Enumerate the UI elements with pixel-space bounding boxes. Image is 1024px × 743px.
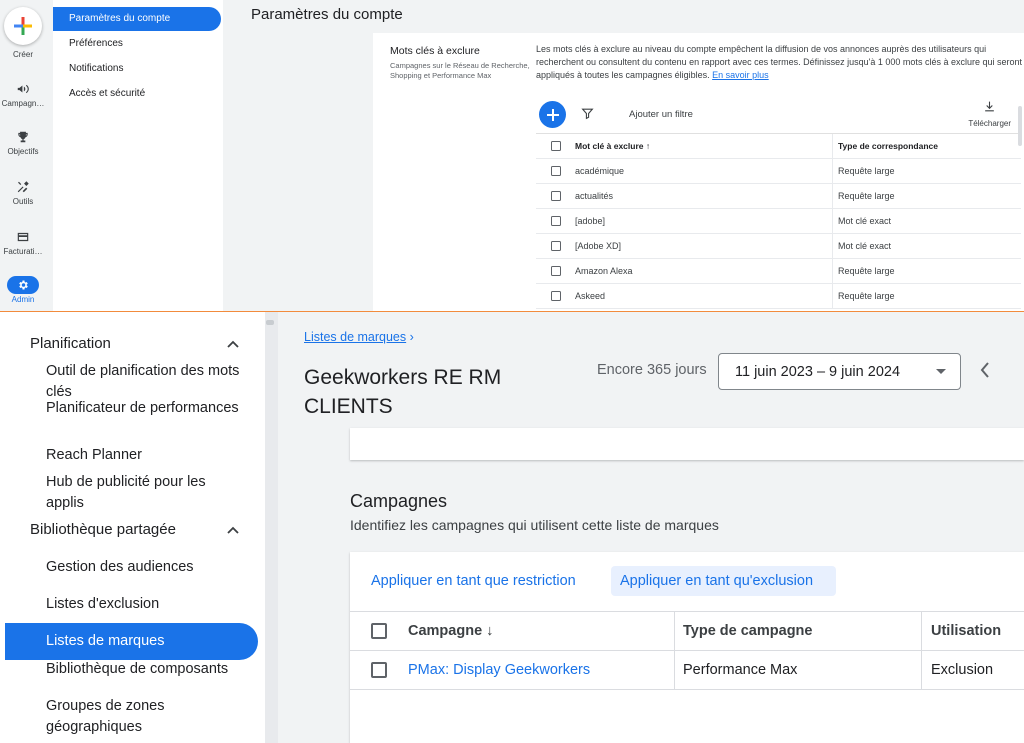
chevron-left-icon[interactable] (977, 360, 993, 380)
nav-app-ads-hub[interactable]: Hub de publicité pour les applis (46, 472, 246, 514)
apply-restriction-button[interactable]: Appliquer en tant que restriction (371, 573, 576, 589)
tools-icon (17, 181, 29, 193)
breadcrumb-chevron-icon: › (409, 330, 414, 344)
table-toolbar: Ajouter un filtre Télécharger (536, 96, 1021, 134)
breadcrumb[interactable]: Listes de marques › (304, 330, 414, 344)
campaigns-title: Campagnes (350, 491, 448, 511)
admin-subnav: Paramètres du compte Préférences Notific… (53, 0, 223, 311)
page-title: Geekworkers RE RM CLIENTS (304, 366, 502, 418)
negative-keywords-card: Mots clés à exclure Campagnes sur le Rés… (373, 33, 1024, 311)
nav-keyword-planner[interactable]: Outil de planification des mots clés (46, 361, 246, 403)
trophy-icon (18, 131, 28, 143)
sort-ascending-icon: ↑ (645, 141, 651, 151)
campaign-link[interactable]: PMax: Display Geekworkers (408, 662, 590, 678)
section-planification[interactable]: Planification (30, 335, 111, 352)
sidebar-scroll-thumb[interactable] (266, 320, 274, 325)
account-settings-panel: Créer Campagn… Objectifs Outils Facturat… (0, 0, 1024, 311)
column-header-match-type[interactable]: Type de correspondance (838, 141, 938, 151)
download-button[interactable]: Télécharger (968, 100, 1011, 128)
table-row: actualités Requête large (536, 184, 1021, 209)
days-remaining: Encore 365 jours (597, 362, 707, 378)
section-shared-library[interactable]: Bibliothèque partagée (30, 521, 176, 538)
campaigns-subtitle: Identifiez les campagnes qui utilisent c… (350, 517, 719, 533)
download-icon (985, 101, 994, 112)
nav-rail: Créer Campagn… Objectifs Outils Facturat… (0, 0, 48, 311)
row-checkbox[interactable] (551, 291, 561, 301)
sidebar-scrollbar[interactable] (265, 312, 278, 743)
chevron-up-icon[interactable] (226, 339, 240, 349)
rail-item-campaigns[interactable]: Campagn… (0, 80, 46, 108)
nav-audience-manager[interactable]: Gestion des audiences (46, 557, 246, 578)
table-row: Amazon Alexa Requête large (536, 259, 1021, 284)
nav-reach-planner[interactable]: Reach Planner (46, 445, 246, 466)
table-row: Askeed Requête large (536, 284, 1021, 309)
brand-list-detail: Listes de marques › Geekworkers RE RM CL… (278, 312, 1024, 743)
table-row: académique Requête large (536, 159, 1021, 184)
plus-multicolor-icon (14, 17, 32, 35)
add-keyword-button[interactable] (539, 101, 566, 128)
subnav-item-preferences[interactable]: Préférences (53, 32, 221, 56)
brand-list-card (350, 428, 1024, 460)
nav-asset-library[interactable]: Bibliothèque de composants (46, 659, 246, 680)
table-row: PMax: Display Geekworkers Performance Ma… (350, 651, 1024, 690)
brand-lists-panel: Planification Outil de planification des… (0, 312, 1024, 743)
negative-keywords-table: Mot clé à exclure ↑ Type de correspondan… (536, 134, 1021, 309)
nav-brand-lists[interactable]: Listes de marques (46, 631, 246, 652)
table-row: [adobe] Mot clé exact (536, 209, 1021, 234)
add-filter-button[interactable]: Ajouter un filtre (629, 109, 693, 120)
tools-sidebar: Planification Outil de planification des… (0, 312, 265, 743)
create-label: Créer (12, 50, 33, 59)
page-title: Paramètres du compte (251, 6, 403, 23)
section-title: Mots clés à exclure (390, 45, 480, 57)
row-checkbox[interactable] (551, 241, 561, 251)
sort-descending-icon: ↓ (486, 623, 494, 639)
table-header-row: Mot clé à exclure ↑ Type de correspondan… (536, 134, 1021, 159)
credit-card-icon (17, 232, 29, 242)
date-range-select[interactable]: 11 juin 2023 – 9 juin 2024 (718, 353, 961, 390)
rail-item-admin[interactable]: Admin (0, 276, 46, 304)
gear-icon (19, 280, 28, 290)
row-checkbox[interactable] (551, 166, 561, 176)
table-row: [Adobe XD] Mot clé exact (536, 234, 1021, 259)
row-checkbox[interactable] (551, 266, 561, 276)
section-description: Les mots clés à exclure au niveau du com… (536, 44, 1022, 80)
nav-location-groups[interactable]: Groupes de zones géographiques (46, 696, 246, 738)
create-button[interactable] (4, 7, 42, 45)
table-scrollbar[interactable] (1018, 106, 1022, 146)
apply-exclusion-button[interactable]: Appliquer en tant qu'exclusion (611, 566, 836, 596)
subnav-item-notifications[interactable]: Notifications (53, 57, 221, 81)
column-header-usage[interactable]: Utilisation (931, 623, 1001, 639)
campaigns-table: Campagne ↓ Type de campagne Utilisation … (350, 611, 1024, 690)
column-header-campaign[interactable]: Campagne ↓ (408, 623, 493, 639)
filter-icon[interactable] (581, 107, 594, 120)
row-checkbox[interactable] (371, 662, 387, 678)
nav-exclusion-lists[interactable]: Listes d'exclusion (46, 594, 246, 615)
rail-item-goals[interactable]: Objectifs (0, 128, 46, 156)
chevron-up-icon[interactable] (226, 525, 240, 535)
table-header-row: Campagne ↓ Type de campagne Utilisation (350, 612, 1024, 651)
megaphone-icon (17, 84, 29, 94)
column-header-keyword[interactable]: Mot clé à exclure ↑ (575, 141, 650, 151)
campaigns-card: Appliquer en tant que restriction Appliq… (350, 552, 1024, 743)
section-subtitle: Campagnes sur le Réseau de Recherche, Sh… (390, 61, 530, 80)
subnav-item-access-security[interactable]: Accès et sécurité (53, 82, 221, 106)
dropdown-arrow-icon (936, 369, 946, 374)
column-header-campaign-type[interactable]: Type de campagne (683, 623, 812, 639)
nav-performance-planner[interactable]: Planificateur de performances (46, 398, 246, 419)
subnav-item-account-settings[interactable]: Paramètres du compte (53, 7, 221, 31)
select-all-checkbox[interactable] (371, 623, 387, 639)
learn-more-link[interactable]: En savoir plus (712, 70, 769, 80)
rail-item-tools[interactable]: Outils (0, 178, 46, 206)
rail-item-billing[interactable]: Facturati… (0, 228, 46, 256)
plus-icon (546, 108, 559, 121)
select-all-checkbox[interactable] (551, 141, 561, 151)
row-checkbox[interactable] (551, 191, 561, 201)
row-checkbox[interactable] (551, 216, 561, 226)
